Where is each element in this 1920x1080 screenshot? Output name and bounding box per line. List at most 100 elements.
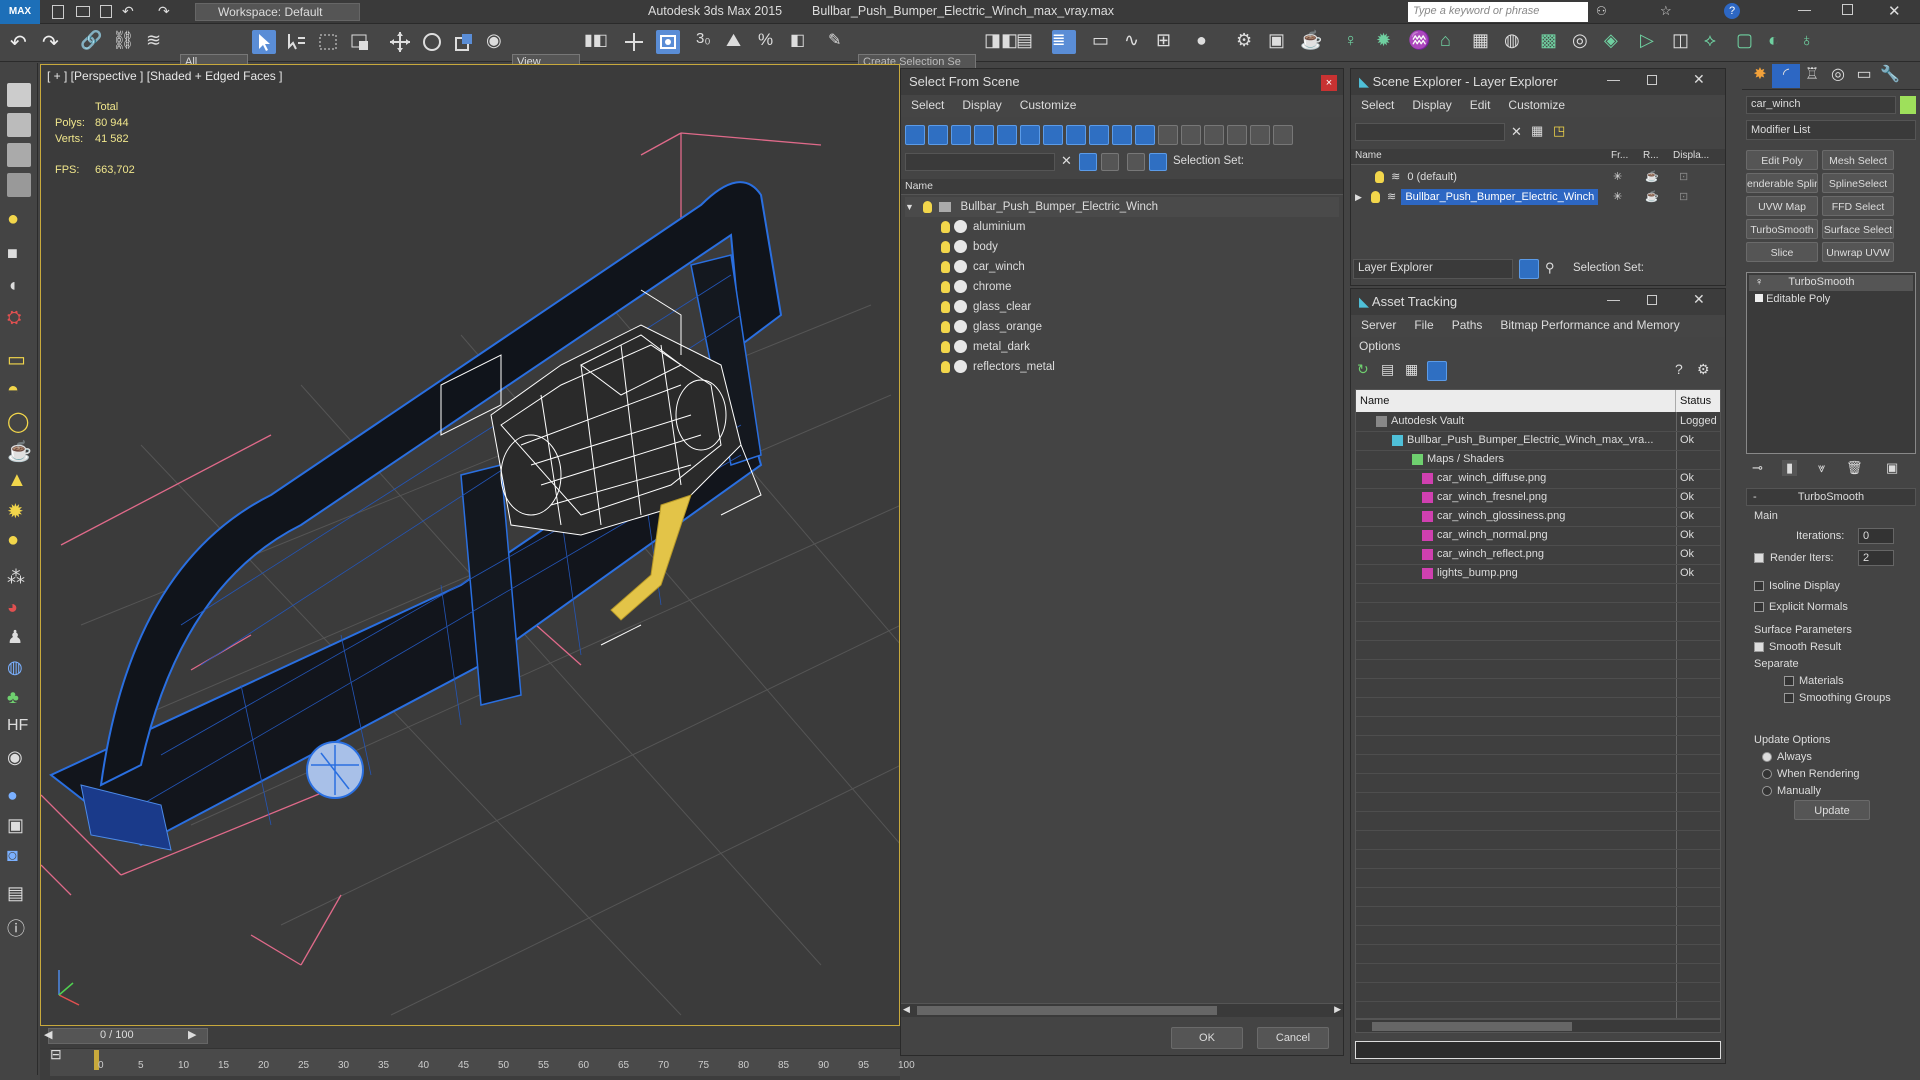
link-icon[interactable]: 🔗 <box>80 30 104 54</box>
filter-xrefs-icon[interactable] <box>1066 125 1086 145</box>
vray-material-icon[interactable]: ◐ <box>1768 30 1792 54</box>
filter-bones-icon[interactable] <box>1089 125 1109 145</box>
fluid-icon[interactable]: ◕ <box>7 597 31 621</box>
create-geometry-icon[interactable] <box>7 83 31 107</box>
filter-frozen-icon[interactable] <box>1135 125 1155 145</box>
scene-item[interactable]: metal_dark <box>905 337 1339 357</box>
bulb-icon[interactable]: ♀ <box>1755 276 1763 288</box>
minimize-icon[interactable]: — <box>1607 292 1620 307</box>
filter-cameras-icon[interactable] <box>974 125 994 145</box>
modifier-button[interactable]: Mesh Select <box>1822 150 1894 170</box>
vray-debug-icon[interactable]: ⟡ <box>1704 30 1728 54</box>
at-help-icon[interactable]: ? <box>1675 361 1683 377</box>
space-warp-icon[interactable]: ⛭ <box>7 307 31 331</box>
scene-item[interactable]: body <box>905 237 1339 257</box>
torus-icon[interactable]: ◯ <box>7 409 31 433</box>
select-all-icon[interactable] <box>1158 125 1178 145</box>
undo-icon[interactable]: ↶ <box>10 30 34 54</box>
mirror-icon[interactable]: ◨◧ <box>984 30 1018 54</box>
explicit-normals-checkbox[interactable]: Explicit Normals <box>1754 601 1848 613</box>
cloth-icon[interactable]: ◉ <box>7 747 31 771</box>
select-none-icon[interactable] <box>1181 125 1201 145</box>
modifier-button[interactable]: enderable Splir <box>1746 173 1818 193</box>
scene-item[interactable]: aluminium <box>905 217 1339 237</box>
thumbnail-view-icon[interactable]: ▦ <box>1405 361 1418 378</box>
se-filter-icon[interactable]: ▦ <box>1531 123 1543 139</box>
freeze-icon[interactable]: ✳ <box>1613 167 1622 187</box>
visibility-bulb-icon[interactable] <box>941 240 950 253</box>
rendered-frame-window-icon[interactable]: ▣ <box>1268 30 1292 54</box>
snaps-toggle-icon[interactable]: 3₀ <box>696 30 720 54</box>
asset-row[interactable]: Bullbar_Push_Bumper_Electric_Winch_max_v… <box>1356 431 1720 450</box>
vray-camera-icon[interactable]: ▷ <box>1640 30 1664 54</box>
se-menu-select[interactable]: Select <box>1361 98 1394 114</box>
se-clear-search-icon[interactable]: ✕ <box>1511 124 1522 140</box>
filter-groups-icon[interactable] <box>1043 125 1063 145</box>
display-tab-icon[interactable]: ▭ <box>1850 64 1878 88</box>
collapse-icon[interactable]: ▼ <box>905 202 914 212</box>
hierarchy-mode-icon[interactable]: ⚲ <box>1545 260 1555 276</box>
vray-fur-icon[interactable]: ♒ <box>1408 30 1432 54</box>
rollout-header[interactable]: - TurboSmooth <box>1746 488 1916 506</box>
scene-states-icon[interactable]: ◙ <box>7 845 31 869</box>
unlink-icon[interactable]: ⛓ <box>112 30 136 54</box>
se-menu-customize[interactable]: Customize <box>1508 98 1565 114</box>
pivot-center-icon[interactable]: ▮◧ <box>584 30 608 54</box>
at-menu-file[interactable]: File <box>1414 318 1433 334</box>
geosphere-icon[interactable]: ● <box>7 529 31 553</box>
menu-display[interactable]: Display <box>962 98 1001 114</box>
edit-named-selection-icon[interactable]: ✎ <box>828 30 852 54</box>
render-setup-icon[interactable]: ⚙ <box>1236 30 1260 54</box>
visibility-bulb-icon[interactable] <box>941 280 950 293</box>
when-rendering-radio[interactable]: When Rendering <box>1762 768 1860 780</box>
cancel-button[interactable]: Cancel <box>1257 1027 1329 1049</box>
se-col-display[interactable]: Displa... <box>1673 150 1709 161</box>
redo-icon[interactable]: ↷ <box>158 3 170 20</box>
foliage-icon[interactable]: ♣ <box>7 687 31 711</box>
vray-viewport-icon[interactable]: ▢ <box>1736 30 1760 54</box>
select-manipulate-icon[interactable] <box>622 30 646 54</box>
layer-row-selected[interactable]: ▶ ≋ Bullbar_Push_Bumper_Electric_Winch ✳… <box>1355 187 1721 207</box>
close-window-icon[interactable]: ✕ <box>1888 2 1901 20</box>
new-file-icon[interactable] <box>52 5 64 19</box>
filter-geometry-icon[interactable] <box>905 125 925 145</box>
visibility-bulb-icon[interactable] <box>941 300 950 313</box>
minimize-window-icon[interactable]: — <box>1798 2 1811 17</box>
se-menu-edit[interactable]: Edit <box>1470 98 1491 114</box>
scene-item[interactable]: glass_orange <box>905 317 1339 337</box>
cone-icon[interactable]: ▲ <box>7 469 31 493</box>
visibility-bulb-icon[interactable] <box>941 260 950 273</box>
name-column-header[interactable]: Name <box>901 179 1343 195</box>
utility-icon[interactable]: ▣ <box>7 815 31 839</box>
render-production-icon[interactable]: ☕ <box>1300 30 1324 54</box>
visibility-bulb-icon[interactable] <box>941 340 950 353</box>
scroll-thumb[interactable] <box>917 1006 1217 1015</box>
schematic-view-icon[interactable]: ⊞ <box>1156 30 1180 54</box>
app-logo[interactable]: MAX <box>0 0 40 24</box>
table-view-icon[interactable] <box>1427 361 1447 381</box>
se-col-frozen[interactable]: Fr... <box>1611 150 1628 161</box>
manually-radio[interactable]: Manually <box>1762 785 1821 797</box>
se-menu-display[interactable]: Display <box>1412 98 1451 114</box>
close-icon[interactable]: × <box>1321 75 1337 91</box>
iterations-spinner[interactable]: 0 <box>1858 528 1894 544</box>
create-plane-icon[interactable] <box>7 143 31 167</box>
select-invert-icon[interactable] <box>1204 125 1224 145</box>
checkbox-checked-icon[interactable] <box>1754 553 1764 564</box>
help-circle-icon[interactable]: ⓘ <box>7 915 31 939</box>
next-frame-icon[interactable]: ▶ <box>188 1028 196 1041</box>
configure-modifier-sets-icon[interactable]: ▣ <box>1886 460 1898 476</box>
update-button[interactable]: Update <box>1794 800 1870 820</box>
ok-button[interactable]: OK <box>1171 1027 1243 1049</box>
layer-manager-icon[interactable]: ≣ <box>1052 30 1076 54</box>
modifier-button[interactable]: TurboSmooth <box>1746 219 1818 239</box>
motion-tab-icon[interactable]: ◎ <box>1824 64 1852 88</box>
utilities-tab-icon[interactable]: 🔧 <box>1876 64 1904 88</box>
perspective-viewport[interactable]: [ + ] [Perspective ] [Shaded + Edged Fac… <box>40 64 900 1026</box>
visibility-bulb-icon[interactable] <box>941 320 950 333</box>
at-settings-icon[interactable]: ⚙ <box>1697 361 1710 378</box>
camera-icon[interactable]: ■ <box>7 243 31 267</box>
layer-mode-icon[interactable] <box>1519 259 1539 279</box>
vray-vfb-icon[interactable]: ▩ <box>1540 30 1564 54</box>
find-case-icon[interactable] <box>1079 153 1097 171</box>
